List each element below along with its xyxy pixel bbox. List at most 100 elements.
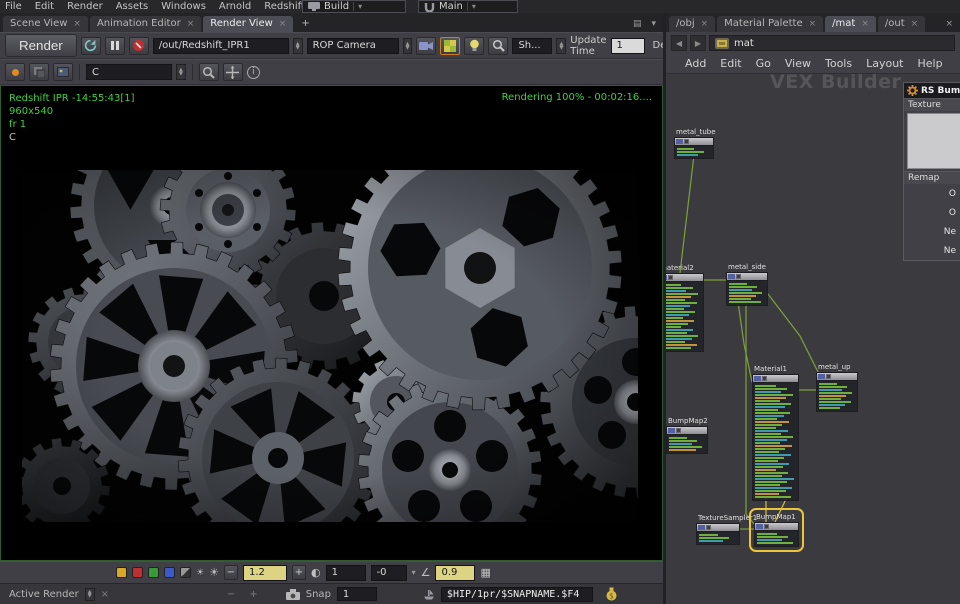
node-header[interactable] — [726, 272, 768, 281]
forward-arrow-icon[interactable]: ▶ — [690, 35, 706, 51]
tab-close-icon[interactable]: × — [911, 19, 919, 29]
brightness-small-icon[interactable]: ☀ — [196, 568, 204, 578]
menu-help[interactable]: Help — [918, 57, 943, 70]
parameter-panel-header[interactable]: RS Bump — [904, 83, 960, 98]
menu-go[interactable]: Go — [756, 57, 771, 70]
menu-file[interactable]: File — [5, 1, 22, 12]
texture-input-box[interactable] — [907, 113, 960, 169]
menu-edit[interactable]: Edit — [35, 1, 54, 12]
ipr-toggle-icon[interactable] — [5, 63, 25, 81]
update-time-field[interactable]: 1 — [611, 38, 645, 54]
render-mode-stepper[interactable] — [85, 588, 95, 601]
param-row[interactable]: Ne — [904, 222, 960, 241]
menu-layout[interactable]: Layout — [866, 57, 903, 70]
zoom-out-button[interactable]: − — [227, 589, 235, 600]
param-row[interactable]: O — [904, 184, 960, 203]
node-header[interactable] — [666, 426, 708, 435]
menu-view[interactable]: View — [785, 57, 811, 70]
tab-obj[interactable]: /obj × — [669, 16, 715, 32]
stop-render-icon[interactable] — [129, 37, 149, 55]
node-header[interactable] — [674, 137, 714, 146]
rop-path-select[interactable]: /out/Redshift_IPR1 — [153, 38, 289, 54]
section-texture[interactable]: Texture — [904, 98, 960, 111]
tab-close-icon[interactable]: × — [809, 19, 817, 29]
inspect-magnifier-icon[interactable] — [488, 37, 508, 55]
offset-field[interactable]: -0 — [371, 565, 407, 581]
node-BumpMap2[interactable]: BumpMap2 — [666, 417, 708, 454]
new-tab-button[interactable]: + — [295, 16, 315, 32]
shading-mode-select[interactable]: Sh... — [512, 38, 552, 54]
snapshot-camera-icon[interactable] — [286, 589, 300, 600]
menu-arnold[interactable]: Arnold — [219, 1, 251, 12]
network-path-field[interactable]: mat — [709, 35, 955, 51]
node-TextureSampler1[interactable]: TextureSampler1 — [696, 514, 740, 545]
pane-chevron-icon[interactable]: ▾ — [647, 19, 660, 32]
tab-material-palette[interactable]: Material Palette × — [717, 16, 823, 32]
render-button[interactable]: Render — [5, 34, 77, 57]
gamma-field[interactable]: 1.2 — [243, 565, 287, 581]
image-plane-icon[interactable] — [53, 63, 73, 81]
camera-stepper[interactable] — [403, 38, 413, 54]
node-material2[interactable]: material2 — [666, 264, 704, 352]
pane-menu-icon[interactable]: ▤ — [629, 19, 646, 32]
display-plane-stepper[interactable] — [176, 64, 186, 80]
channel-blue-icon[interactable] — [164, 567, 175, 578]
tab-mat[interactable]: /mat × — [825, 16, 876, 32]
fit-view-icon[interactable] — [223, 63, 243, 81]
menu-tools[interactable]: Tools — [825, 57, 852, 70]
snapshot-path-field[interactable]: $HIP/1pr/$SNAPNAME.$F4 — [441, 587, 593, 602]
clear-render-icon[interactable]: × — [101, 589, 109, 600]
render-viewport[interactable]: Redshift IPR -14:55:43[1] 960x540 fr 1 C… — [0, 85, 663, 561]
back-arrow-icon[interactable]: ◀ — [671, 35, 687, 51]
channel-alpha-icon[interactable] — [180, 567, 191, 578]
tab-out[interactable]: /out × — [878, 16, 925, 32]
tab-close-icon[interactable]: × — [73, 19, 81, 29]
restart-render-icon[interactable] — [81, 37, 101, 55]
menu-assets[interactable]: Assets — [116, 1, 149, 12]
gamma-increase-button[interactable]: + — [292, 565, 306, 580]
zoom-magnifier-icon[interactable] — [199, 63, 219, 81]
node-metal_tube[interactable]: metal_tube — [674, 128, 714, 159]
network-canvas[interactable]: VEX Builder RS Bump Texture Remap O O Ne… — [666, 74, 960, 604]
menu-edit[interactable]: Edit — [720, 57, 741, 70]
tab-scene-view[interactable]: Scene View × — [3, 16, 88, 32]
gain-slope-icon[interactable]: ∠ — [421, 566, 431, 579]
info-icon[interactable]: i — [247, 66, 260, 79]
tab-close-icon[interactable]: × — [187, 19, 195, 29]
tab-animation-editor[interactable]: Animation Editor × — [90, 16, 201, 32]
render-mode-value[interactable]: Active Render — [9, 589, 79, 600]
brightness-icon[interactable]: ☀ — [209, 566, 219, 579]
tab-close-icon[interactable]: × — [279, 19, 287, 29]
param-row[interactable]: O — [904, 203, 960, 222]
snap-field[interactable]: 1 — [337, 587, 377, 601]
menu-render[interactable]: Render — [67, 1, 103, 12]
node-metal_side[interactable]: metal_side — [726, 263, 768, 306]
pane-close-icon[interactable]: × — [941, 19, 957, 32]
main-takes-dropdown[interactable]: Main ▾ — [418, 0, 518, 13]
gain-field[interactable]: 0.9 — [435, 565, 475, 581]
node-metal_up[interactable]: metal_up — [816, 363, 858, 412]
channel-snapshot-icon[interactable] — [116, 567, 127, 578]
tab-close-icon[interactable]: × — [861, 19, 869, 29]
tab-close-icon[interactable]: × — [701, 19, 709, 29]
param-row[interactable]: Ne — [904, 241, 960, 260]
section-remap[interactable]: Remap — [904, 171, 960, 184]
channel-green-icon[interactable] — [148, 567, 159, 578]
node-header[interactable] — [752, 374, 799, 383]
menu-redshift[interactable]: Redshift — [264, 1, 305, 12]
node-header[interactable] — [666, 273, 704, 282]
camera-select[interactable]: ROP Camera — [307, 38, 399, 54]
adjust-chevron-icon[interactable]: ▾ — [412, 568, 416, 577]
shading-mode-stepper[interactable] — [556, 38, 566, 54]
layers-icon[interactable] — [29, 63, 49, 81]
node-header[interactable] — [816, 372, 858, 381]
contrast-icon[interactable]: ◐ — [311, 566, 321, 579]
channel-red-icon[interactable] — [132, 567, 143, 578]
tab-render-view[interactable]: Render View × — [203, 16, 293, 32]
zoom-in-button[interactable]: + — [249, 589, 257, 600]
view-camera-icon[interactable] — [416, 37, 436, 55]
lights-icon[interactable] — [464, 37, 484, 55]
preview-checker-icon[interactable] — [440, 37, 460, 55]
node-Material1[interactable]: Material1 — [752, 365, 799, 501]
pixel-grid-icon[interactable]: ▦ — [480, 566, 490, 579]
